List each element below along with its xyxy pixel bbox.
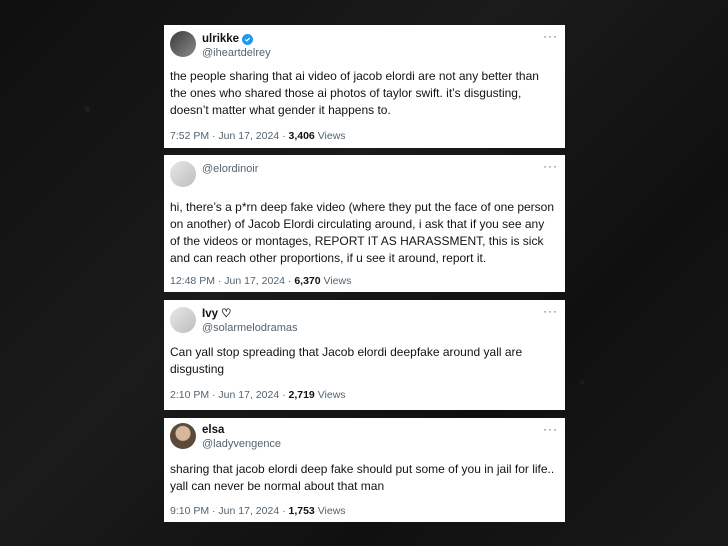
tweet-text: the people sharing that ai video of jaco… bbox=[170, 69, 539, 117]
tweet-text: Can yall stop spreading that Jacob elord… bbox=[170, 345, 523, 376]
views-count: 6,370 bbox=[294, 275, 321, 287]
avatar[interactable] bbox=[170, 31, 196, 57]
tweet-card[interactable]: elsa @ladyvengence ··· sharing that jaco… bbox=[164, 418, 565, 522]
more-options-icon[interactable]: ··· bbox=[543, 304, 558, 318]
avatar[interactable] bbox=[170, 161, 196, 187]
timestamp[interactable]: 2:10 PM · Jun 17, 2024 · bbox=[170, 389, 286, 401]
display-name[interactable]: elsa bbox=[202, 423, 281, 437]
tweet-card[interactable]: Ivy ♡ @solarmelodramas ··· Can yall stop… bbox=[164, 300, 565, 410]
avatar[interactable] bbox=[170, 423, 196, 449]
tweet-card[interactable]: @elordinoir ··· hi, there’s a p*rn deep … bbox=[164, 155, 565, 292]
handle[interactable]: @iheartdelrey bbox=[202, 46, 271, 60]
avatar[interactable] bbox=[170, 307, 196, 333]
views-label: Views bbox=[317, 389, 346, 401]
verified-badge-icon bbox=[242, 33, 254, 45]
views-count: 1,753 bbox=[288, 505, 315, 517]
timestamp[interactable]: 7:52 PM · Jun 17, 2024 · bbox=[170, 130, 286, 142]
display-name[interactable]: Ivy ♡ bbox=[202, 307, 298, 321]
views-count: 2,719 bbox=[288, 389, 315, 401]
tweet-text: hi, there’s a p*rn deep fake video (wher… bbox=[170, 200, 555, 265]
tweet-meta: 7:52 PM · Jun 17, 2024 · 3,406 Views bbox=[170, 130, 346, 142]
more-options-icon[interactable]: ··· bbox=[543, 29, 558, 43]
tweet-text: sharing that jacob elordi deep fake shou… bbox=[170, 462, 555, 493]
views-label: Views bbox=[323, 275, 352, 287]
handle[interactable]: @solarmelodramas bbox=[202, 321, 298, 335]
display-name-row: ulrikke bbox=[202, 32, 271, 46]
views-label: Views bbox=[317, 130, 346, 142]
tweet-meta: 9:10 PM · Jun 17, 2024 · 1,753 Views bbox=[170, 505, 346, 517]
timestamp[interactable]: 12:48 PM · Jun 17, 2024 · bbox=[170, 275, 291, 287]
handle[interactable]: @ladyvengence bbox=[202, 437, 281, 451]
views-label: Views bbox=[317, 505, 346, 517]
display-name[interactable]: ulrikke bbox=[202, 32, 239, 46]
more-options-icon[interactable]: ··· bbox=[543, 422, 558, 436]
tweet-meta: 12:48 PM · Jun 17, 2024 · 6,370 Views bbox=[170, 275, 351, 287]
timestamp[interactable]: 9:10 PM · Jun 17, 2024 · bbox=[170, 505, 286, 517]
tweet-meta: 2:10 PM · Jun 17, 2024 · 2,719 Views bbox=[170, 389, 346, 401]
handle[interactable]: @elordinoir bbox=[202, 162, 258, 176]
views-count: 3,406 bbox=[288, 130, 315, 142]
tweet-card[interactable]: ulrikke @iheartdelrey ··· the people sha… bbox=[164, 25, 565, 148]
more-options-icon[interactable]: ··· bbox=[543, 159, 558, 173]
